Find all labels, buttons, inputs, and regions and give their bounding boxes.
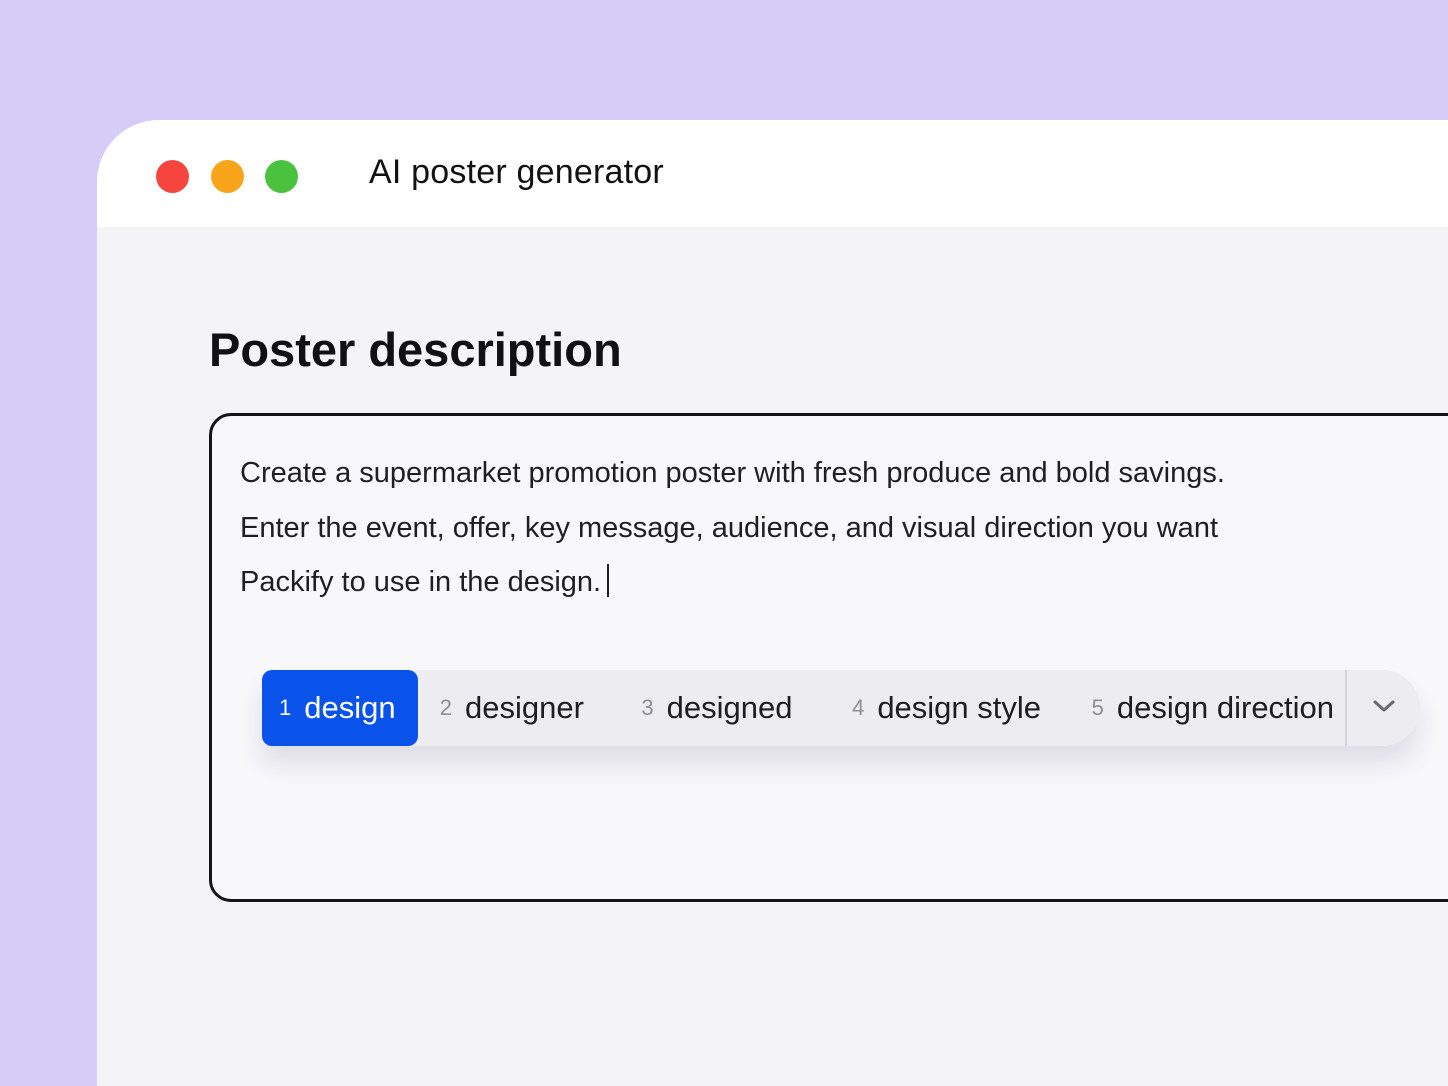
- text-cursor: [607, 564, 610, 597]
- app-window: AI poster generator Poster description C…: [97, 120, 1448, 1086]
- description-content: Create a supermarket promotion poster wi…: [240, 457, 1225, 598]
- minimize-window-button[interactable]: [211, 160, 244, 193]
- suggestion-label: designed: [666, 690, 793, 725]
- window-title: AI poster generator: [369, 153, 664, 191]
- suggestion-label: design style: [877, 690, 1042, 725]
- suggestion-label: designer: [465, 690, 584, 725]
- poster-description-input[interactable]: Create a supermarket promotion poster wi…: [209, 413, 1448, 902]
- suggestion-designer[interactable]: 2 designer: [418, 670, 620, 746]
- suggestion-number: 3: [641, 695, 654, 720]
- suggestion-design-direction[interactable]: 5 design direction: [1064, 670, 1346, 746]
- suggestion-number: 4: [852, 695, 865, 720]
- description-text[interactable]: Create a supermarket promotion poster wi…: [240, 446, 1400, 610]
- suggestion-label: design direction: [1116, 690, 1335, 725]
- suggestion-design-style[interactable]: 4 design style: [824, 670, 1064, 746]
- close-window-button[interactable]: [156, 160, 189, 193]
- chevron-down-icon: [1372, 698, 1396, 719]
- suggestion-number: 5: [1091, 695, 1104, 720]
- autocomplete-suggestion-bar: 1 design 2 designer 3 designed 4 design …: [262, 670, 1420, 746]
- poster-description-heading: Poster description: [209, 323, 622, 376]
- expand-suggestions-button[interactable]: [1347, 670, 1420, 746]
- suggestion-number: 2: [439, 695, 453, 720]
- suggestion-label: design: [304, 690, 396, 725]
- suggestion-number: 1: [279, 695, 292, 720]
- suggestion-designed[interactable]: 3 designed: [619, 670, 824, 746]
- zoom-window-button[interactable]: [265, 160, 298, 193]
- title-bar: AI poster generator: [97, 120, 1448, 227]
- suggestion-design[interactable]: 1 design: [262, 670, 418, 746]
